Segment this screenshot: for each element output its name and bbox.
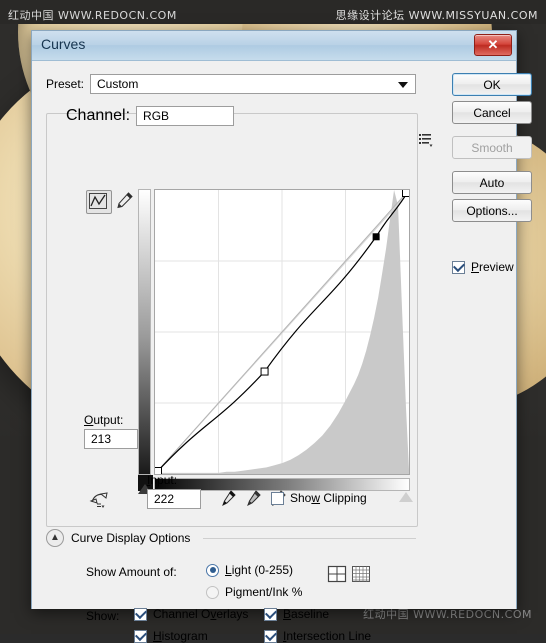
radio-light-label: Light (0-255) — [225, 563, 294, 577]
checkbox-baseline-box[interactable] — [264, 607, 277, 621]
eyedropper-black-icon[interactable] — [218, 488, 238, 510]
input-input[interactable]: 222 — [147, 489, 201, 509]
channel-row: Channel: RGB — [66, 106, 235, 126]
curve-plot-area[interactable] — [154, 189, 410, 475]
preset-dropdown[interactable]: Custom — [90, 74, 416, 94]
output-label: Output: — [84, 413, 124, 427]
checkbox-histogram-label: Histogram — [153, 629, 208, 643]
curve-display-options-title: Curve Display Options — [71, 531, 191, 545]
dialog-body: Preset: Custom Channel: RGB Output: 213 … — [32, 61, 532, 643]
preview-checkbox[interactable]: Preview — [452, 260, 514, 274]
checkbox-channel-overlays-box[interactable] — [134, 607, 147, 621]
channel-dropdown[interactable]: RGB — [136, 106, 235, 126]
checkbox-intersection-line-label: Intersection Line — [283, 629, 372, 643]
curves-dialog: Curves ✕ Preset: Custom Channel: RGB Out… — [31, 30, 532, 643]
preset-menu-icon[interactable] — [418, 131, 434, 147]
preview-checkbox-box[interactable] — [452, 260, 465, 274]
preset-row: Preset: Custom — [46, 73, 416, 95]
checkbox-histogram-box[interactable] — [134, 629, 147, 643]
radio-pigment-label: Pigment/Ink % — [225, 585, 303, 599]
radio-pigment-button[interactable] — [206, 585, 219, 599]
dialog-titlebar[interactable]: Curves ✕ — [32, 31, 516, 61]
curve-graph — [138, 189, 413, 502]
checkbox-intersection-line-box[interactable] — [264, 629, 277, 643]
input-white-slider[interactable] — [399, 492, 413, 502]
preview-label: Preview — [471, 260, 514, 274]
show-clipping-label: Show Clipping — [290, 491, 367, 505]
show-amount-label: Show Amount of: — [86, 565, 177, 579]
eyedropper-gray-icon[interactable] — [243, 488, 263, 510]
grid-quarters-icon[interactable] — [326, 563, 348, 585]
smooth-button: Smooth — [452, 136, 532, 159]
preset-label: Preset: — [46, 77, 85, 91]
dialog-title: Curves — [41, 36, 86, 52]
checkbox-baseline-label: Baseline — [283, 607, 330, 621]
checkbox-baseline[interactable]: Baseline — [264, 607, 329, 621]
show-clipping-checkbox[interactable]: Show Clipping — [271, 491, 367, 505]
checkbox-intersection-line[interactable]: Intersection Line — [264, 629, 371, 643]
curve-display-options-header[interactable]: ▲ Curve Display Options — [46, 529, 416, 547]
output-label-rest: utput: — [93, 413, 124, 427]
pencil-icon[interactable] — [114, 190, 138, 212]
output-input[interactable]: 213 — [84, 429, 138, 449]
smooth-curve-icon[interactable] — [88, 488, 112, 510]
channel-label: Channel: — [66, 107, 131, 124]
checkbox-channel-overlays-label: Channel Overlays — [153, 607, 249, 621]
chevron-up-icon[interactable]: ▲ — [46, 529, 64, 547]
watermark-top-left: 红动中国 WWW.REDOCN.COM — [8, 9, 177, 22]
radio-light[interactable]: Light (0-255) — [206, 563, 293, 577]
input-label: Input: — [147, 473, 178, 487]
cancel-button[interactable]: Cancel — [452, 101, 532, 124]
watermark-top-right: 思缘设计论坛 WWW.MISSYUAN.COM — [335, 9, 538, 22]
checkbox-channel-overlays[interactable]: Channel Overlays — [134, 607, 248, 621]
channel-value: RGB — [143, 109, 170, 123]
curve-plot-svg[interactable] — [155, 190, 409, 474]
preset-value: Custom — [97, 77, 139, 91]
chevron-down-icon — [398, 82, 408, 88]
close-button[interactable]: ✕ — [474, 34, 512, 56]
input-label-rest: nput: — [150, 473, 178, 487]
output-gradient-bar — [138, 189, 151, 475]
ok-button[interactable]: OK — [452, 73, 532, 96]
radio-pigment[interactable]: Pigment/Ink % — [206, 585, 302, 599]
auto-button[interactable]: Auto — [452, 171, 532, 194]
show-clipping-box[interactable] — [271, 491, 284, 505]
checkbox-histogram[interactable]: Histogram — [134, 629, 208, 643]
options-button[interactable]: Options... — [452, 199, 532, 222]
radio-light-button[interactable] — [206, 563, 219, 577]
section-divider — [203, 537, 416, 539]
grid-tenths-icon[interactable] — [350, 563, 372, 585]
show-label: Show: — [86, 609, 120, 623]
curve-edit-icon[interactable] — [86, 190, 112, 214]
